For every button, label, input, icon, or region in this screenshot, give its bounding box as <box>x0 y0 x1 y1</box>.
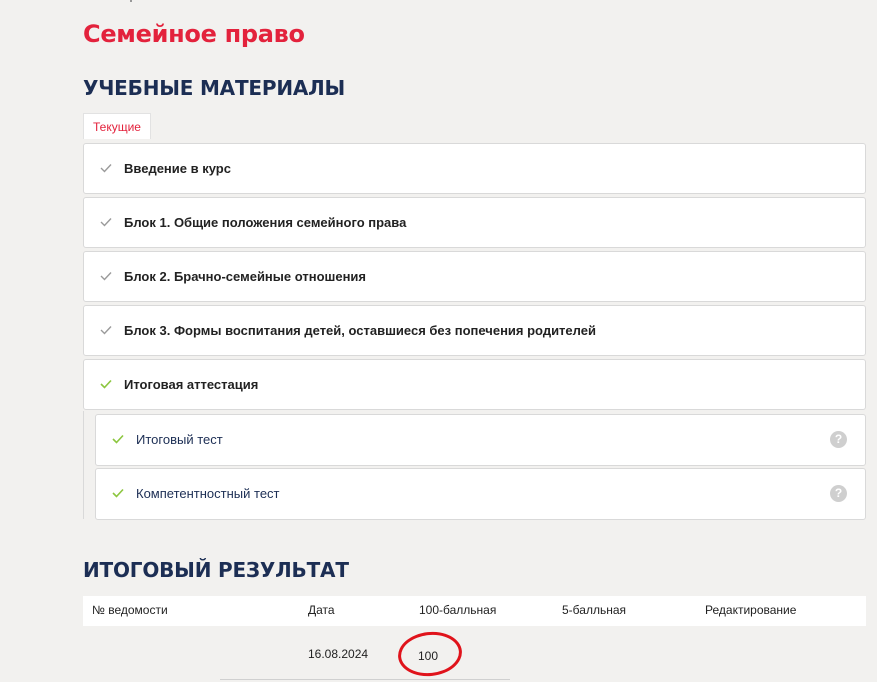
subitems-guide-line <box>83 411 84 519</box>
material-item-label: Итоговая аттестация <box>124 377 259 392</box>
column-header-score-100: 100-балльная <box>419 603 497 617</box>
help-icon[interactable]: ? <box>830 485 847 502</box>
subitem-label: Компетентностный тест <box>136 486 280 501</box>
subitem-final-test[interactable]: Итоговый тест ? <box>95 414 866 466</box>
material-item-intro[interactable]: Введение в курс <box>83 143 866 194</box>
check-icon <box>100 326 112 335</box>
material-item-label: Блок 1. Общие положения семейного права <box>124 215 407 230</box>
subitem-label: Итоговый тест <box>136 432 223 447</box>
material-item-block-2[interactable]: Блок 2. Брачно-семейные отношения <box>83 251 866 302</box>
materials-heading: УЧЕБНЫЕ МАТЕРИАЛЫ <box>83 76 346 100</box>
result-date: 16.08.2024 <box>308 647 369 661</box>
material-item-label: Блок 3. Формы воспитания детей, оставшие… <box>124 323 596 338</box>
table-row: 16.08.2024 100 <box>83 626 866 682</box>
check-icon <box>100 379 112 389</box>
subitem-competency-test[interactable]: Компетентностный тест ? <box>95 468 866 520</box>
top-edge-mark <box>130 0 132 2</box>
material-item-label: Введение в курс <box>124 161 231 176</box>
results-heading: ИТОГОВЫЙ РЕЗУЛЬТАТ <box>83 558 349 582</box>
material-item-label: Блок 2. Брачно-семейные отношения <box>124 269 366 284</box>
column-header-date: Дата <box>308 603 335 617</box>
tab-current[interactable]: Текущие <box>83 113 151 139</box>
column-header-score-5: 5-балльная <box>562 603 626 617</box>
column-header-number: № ведомости <box>92 603 168 617</box>
check-icon <box>112 488 124 498</box>
material-item-block-1[interactable]: Блок 1. Общие положения семейного права <box>83 197 866 248</box>
results-table-header: № ведомости Дата 100-балльная 5-балльная… <box>83 596 866 626</box>
row-divider <box>220 679 510 680</box>
course-title: Семейное право <box>83 20 305 48</box>
check-icon <box>100 272 112 281</box>
column-header-edit: Редактирование <box>705 603 797 617</box>
check-icon <box>100 164 112 173</box>
check-icon <box>112 434 124 444</box>
material-item-block-3[interactable]: Блок 3. Формы воспитания детей, оставшие… <box>83 305 866 356</box>
material-item-final-attestation[interactable]: Итоговая аттестация <box>83 359 866 410</box>
check-icon <box>100 218 112 227</box>
help-icon[interactable]: ? <box>830 431 847 448</box>
